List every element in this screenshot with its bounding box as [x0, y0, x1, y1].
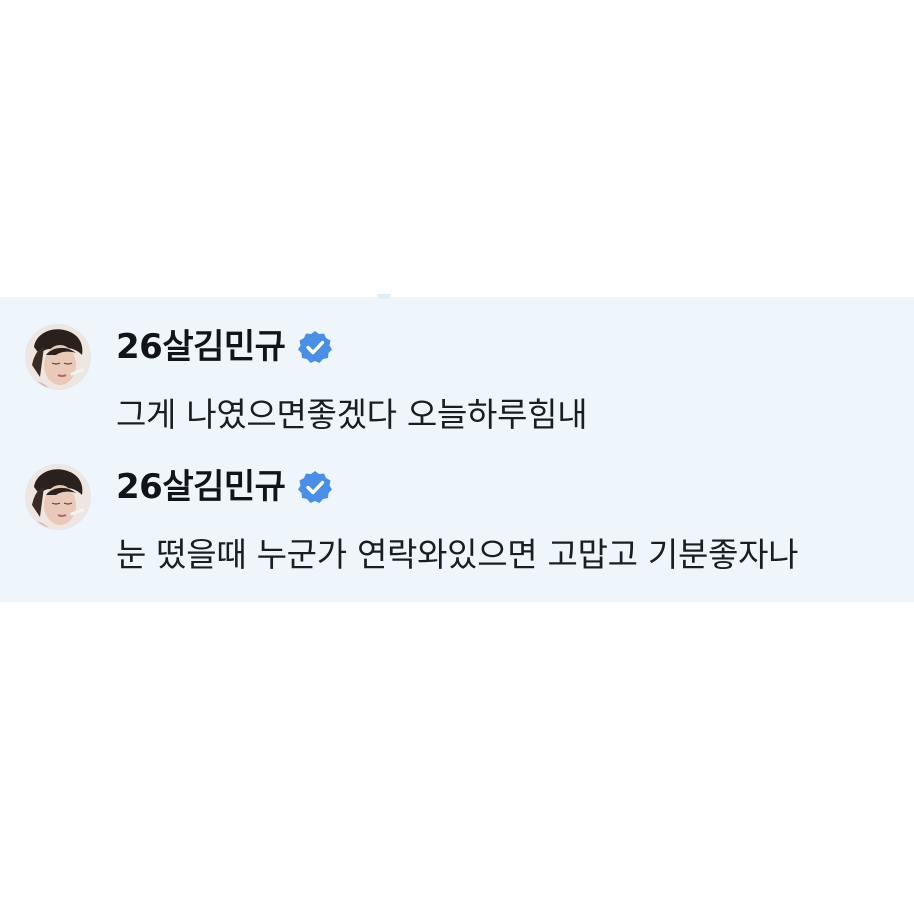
profile-photo-icon	[26, 465, 90, 529]
profile-photo-icon	[26, 325, 90, 389]
screenshot-page: 26살김민규 그게 나였으면좋겠다 오늘하루힘내 26살김민규 눈 떴을때 누군…	[0, 0, 914, 914]
author-row: 26살김민규	[116, 327, 333, 367]
message-thread: 26살김민규 그게 나였으면좋겠다 오늘하루힘내 26살김민규 눈 떴을때 누군…	[0, 294, 914, 602]
message-text: 눈 떴을때 누군가 연락와있으면 고맙고 기분좋자나	[116, 535, 799, 574]
message-text: 그게 나였으면좋겠다 오늘하루힘내	[116, 395, 588, 434]
thread-divider-notch	[377, 294, 391, 299]
author-row: 26살김민규	[116, 467, 333, 507]
verified-badge-icon	[298, 331, 333, 363]
avatar[interactable]	[26, 325, 90, 389]
verified-badge-icon	[298, 471, 333, 503]
avatar[interactable]	[26, 465, 90, 529]
author-name[interactable]: 26살김민규	[116, 327, 286, 367]
author-name[interactable]: 26살김민규	[116, 467, 286, 507]
